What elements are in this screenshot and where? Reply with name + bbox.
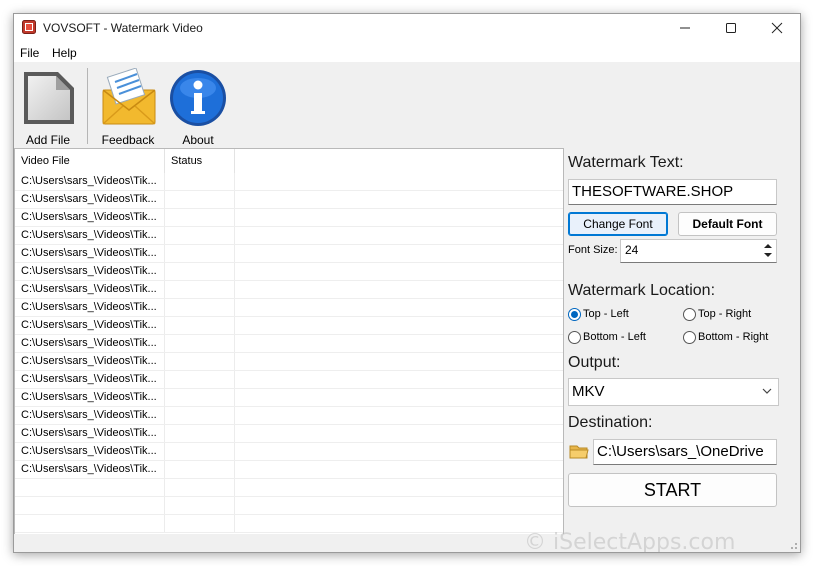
output-format-select[interactable]: MKV — [568, 378, 779, 406]
add-file-label: Add File — [25, 133, 71, 147]
about-info-icon — [170, 70, 226, 126]
menu-file[interactable]: File — [20, 46, 39, 60]
output-label: Output: — [568, 354, 621, 371]
maximize-icon — [726, 23, 736, 33]
column-header-video-file[interactable]: Video File — [15, 149, 165, 173]
feedback-label: Feedback — [101, 133, 155, 147]
radio-dot — [683, 308, 696, 321]
spin-down-icon[interactable] — [762, 250, 774, 260]
table-row[interactable]: C:\Users\sars_\Videos\Tik... — [15, 335, 563, 353]
video-file-cell: C:\Users\sars_\Videos\Tik... — [21, 175, 157, 187]
window-title: VOVSOFT - Watermark Video — [43, 21, 203, 35]
video-file-cell: C:\Users\sars_\Videos\Tik... — [21, 301, 157, 313]
about-button[interactable]: About — [168, 68, 228, 147]
size-grip-icon[interactable] — [788, 540, 798, 550]
menu-bar: File Help — [14, 42, 800, 62]
table-row[interactable]: C:\Users\sars_\Videos\Tik... — [15, 443, 563, 461]
table-row[interactable]: C:\Users\sars_\Videos\Tik... — [15, 191, 563, 209]
destination-input[interactable]: C:\Users\sars_\OneDrive — [593, 439, 777, 465]
minimize-button[interactable] — [662, 14, 708, 42]
add-file-button[interactable]: Add File — [18, 68, 78, 147]
video-file-cell: C:\Users\sars_\Videos\Tik... — [21, 355, 157, 367]
video-file-cell: C:\Users\sars_\Videos\Tik... — [21, 247, 157, 259]
feedback-button[interactable]: Feedback — [97, 68, 159, 147]
column-header-status[interactable]: Status — [165, 149, 235, 173]
toolbar-separator — [87, 68, 88, 144]
table-row[interactable]: C:\Users\sars_\Videos\Tik... — [15, 371, 563, 389]
close-button[interactable] — [754, 14, 800, 42]
table-row[interactable]: C:\Users\sars_\Videos\Tik... — [15, 245, 563, 263]
video-file-cell: C:\Users\sars_\Videos\Tik... — [21, 409, 157, 421]
video-file-cell: C:\Users\sars_\Videos\Tik... — [21, 265, 157, 277]
toolbar: Add File Feedback About — [14, 62, 800, 148]
table-row[interactable]: C:\Users\sars_\Videos\Tik... — [15, 353, 563, 371]
empty-row — [15, 497, 563, 515]
table-row[interactable]: C:\Users\sars_\Videos\Tik... — [15, 389, 563, 407]
table-row[interactable]: C:\Users\sars_\Videos\Tik... — [15, 425, 563, 443]
table-row[interactable]: C:\Users\sars_\Videos\Tik... — [15, 173, 563, 191]
watermark-text-input[interactable]: THESOFTWARE.SHOP — [568, 179, 777, 205]
table-row[interactable]: C:\Users\sars_\Videos\Tik... — [15, 461, 563, 479]
menu-help[interactable]: Help — [52, 46, 77, 60]
settings-panel: Watermark Text: THESOFTWARE.SHOP Change … — [562, 148, 800, 534]
video-file-cell: C:\Users\sars_\Videos\Tik... — [21, 193, 157, 205]
minimize-icon — [680, 27, 690, 29]
add-file-icon — [24, 72, 74, 124]
column-header-label: Video File — [21, 155, 70, 167]
about-label: About — [182, 133, 214, 147]
radio-label: Bottom - Right — [698, 331, 769, 343]
default-font-button[interactable]: Default Font — [678, 212, 777, 236]
app-window: VOVSOFT - Watermark Video File Help Add … — [13, 13, 801, 553]
output-format-value: MKV — [572, 383, 605, 400]
table-row[interactable]: C:\Users\sars_\Videos\Tik... — [15, 227, 563, 245]
empty-row — [15, 479, 563, 497]
table-row[interactable]: C:\Users\sars_\Videos\Tik... — [15, 263, 563, 281]
folder-icon — [569, 445, 589, 459]
start-button[interactable]: START — [568, 473, 777, 507]
video-file-cell: C:\Users\sars_\Videos\Tik... — [21, 445, 157, 457]
column-header-label: Status — [171, 155, 203, 167]
table-row[interactable]: C:\Users\sars_\Videos\Tik... — [15, 281, 563, 299]
radio-dot — [568, 331, 581, 344]
change-font-button[interactable]: Change Font — [568, 212, 668, 236]
maximize-button[interactable] — [708, 14, 754, 42]
video-file-cell: C:\Users\sars_\Videos\Tik... — [21, 229, 157, 241]
video-file-list[interactable]: Video File Status C:\Users\sars_\Videos\… — [14, 148, 564, 551]
font-size-label: Font Size: — [568, 244, 618, 256]
title-bar[interactable]: VOVSOFT - Watermark Video — [14, 14, 800, 42]
video-file-cell: C:\Users\sars_\Videos\Tik... — [21, 283, 157, 295]
table-row[interactable]: C:\Users\sars_\Videos\Tik... — [15, 209, 563, 227]
table-row[interactable]: C:\Users\sars_\Videos\Tik... — [15, 317, 563, 335]
radio-dot — [683, 331, 696, 344]
app-icon — [22, 20, 36, 34]
feedback-envelope-icon — [102, 68, 156, 125]
video-file-cell: C:\Users\sars_\Videos\Tik... — [21, 463, 157, 475]
video-file-cell: C:\Users\sars_\Videos\Tik... — [21, 427, 157, 439]
chevron-down-icon — [762, 388, 772, 394]
video-file-cell: C:\Users\sars_\Videos\Tik... — [21, 319, 157, 331]
close-icon — [771, 22, 783, 34]
list-body: C:\Users\sars_\Videos\Tik... C:\Users\sar… — [15, 173, 563, 551]
radio-label: Top - Left — [583, 308, 629, 320]
list-header: Video File Status — [15, 149, 563, 173]
empty-row — [15, 515, 563, 533]
video-file-cell: C:\Users\sars_\Videos\Tik... — [21, 391, 157, 403]
watermark-text-label: Watermark Text: — [568, 154, 684, 171]
radio-label: Top - Right — [698, 308, 752, 320]
site-watermark: © iSelectApps.com — [524, 530, 736, 553]
video-file-cell: C:\Users\sars_\Videos\Tik... — [21, 337, 157, 349]
radio-label: Bottom - Left — [583, 331, 646, 343]
destination-label: Destination: — [568, 414, 653, 431]
video-file-cell: C:\Users\sars_\Videos\Tik... — [21, 211, 157, 223]
radio-dot-selected — [568, 308, 581, 321]
browse-folder-button[interactable] — [568, 439, 590, 463]
table-row[interactable]: C:\Users\sars_\Videos\Tik... — [15, 407, 563, 425]
font-size-spinner[interactable]: 24 — [620, 239, 777, 263]
watermark-location-label: Watermark Location: — [568, 282, 716, 299]
table-row[interactable]: C:\Users\sars_\Videos\Tik... — [15, 299, 563, 317]
font-size-value: 24 — [625, 243, 639, 257]
video-file-cell: C:\Users\sars_\Videos\Tik... — [21, 373, 157, 385]
